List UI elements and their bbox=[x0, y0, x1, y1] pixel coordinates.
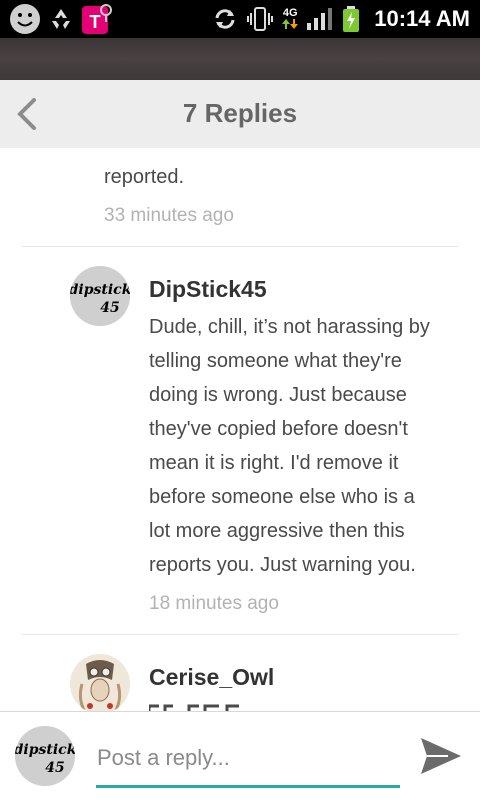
smiley-icon bbox=[10, 4, 40, 34]
send-icon bbox=[421, 738, 461, 774]
avatar: dipstick 45 bbox=[15, 726, 75, 786]
reply-input[interactable] bbox=[95, 740, 401, 776]
recycle-icon bbox=[52, 9, 70, 29]
reply-text-line: before someone else who is a bbox=[149, 486, 415, 508]
reply-input-underline bbox=[96, 785, 400, 788]
avatar[interactable]: dipstick 45 bbox=[70, 266, 130, 326]
svg-text:dipstick: dipstick bbox=[70, 282, 130, 298]
divider bbox=[22, 634, 458, 635]
network-type-label: 4G bbox=[282, 7, 298, 19]
owl-avatar-image bbox=[70, 654, 130, 711]
reply-text-line: mean it is right. I'd remove it bbox=[149, 452, 399, 474]
reply-text-line: telling someone what they're bbox=[149, 350, 402, 372]
svg-text:T: T bbox=[90, 12, 101, 32]
replies-list[interactable]: reported. 33 minutes ago dipstick 45 Dip… bbox=[0, 148, 480, 711]
reply-username[interactable]: Cerise_Owl bbox=[149, 664, 274, 691]
reply-timestamp: 33 minutes ago bbox=[104, 205, 234, 226]
reply-text-line: lot more aggressive then this bbox=[149, 520, 405, 542]
cut-off-text-line bbox=[149, 704, 239, 711]
sync-icon bbox=[215, 9, 235, 29]
dipstick-avatar-image: dipstick 45 bbox=[70, 266, 130, 326]
reply-text-line: they've copied before doesn't bbox=[149, 418, 408, 440]
reply-username[interactable]: DipStick45 bbox=[149, 276, 267, 303]
reply-composer: dipstick 45 bbox=[0, 711, 480, 801]
svg-text:45: 45 bbox=[45, 760, 64, 776]
background-image-strip bbox=[0, 38, 480, 80]
replies-header: 7 Replies bbox=[0, 80, 480, 149]
battery-charging-icon bbox=[343, 6, 360, 32]
data-arrows-icon bbox=[282, 19, 299, 29]
tmobile-icon: T bbox=[82, 4, 112, 34]
send-button[interactable] bbox=[418, 734, 464, 778]
reply-text: Dude, chill, it’s not harassing by telli… bbox=[149, 310, 459, 582]
vibrate-icon bbox=[247, 7, 274, 31]
dipstick-avatar-image: dipstick 45 bbox=[15, 726, 75, 786]
reply-text-line: reported. bbox=[104, 166, 185, 188]
divider bbox=[22, 246, 458, 247]
page-title: 7 Replies bbox=[182, 98, 298, 128]
svg-text:45: 45 bbox=[100, 300, 119, 316]
reply-timestamp: 18 minutes ago bbox=[149, 593, 279, 614]
reply-text-line: reports you. Just warning you. bbox=[149, 554, 416, 576]
avatar[interactable] bbox=[70, 654, 130, 711]
system-icons: 4G 10:14 AM bbox=[212, 0, 470, 38]
reply-text-line: Dude, chill, it’s not harassing by bbox=[149, 316, 430, 338]
reply-text-line: doing is wrong. Just because bbox=[149, 384, 407, 406]
signal-icon bbox=[307, 8, 333, 30]
cut-off-text-line bbox=[104, 148, 374, 154]
status-bar: T 4G 10:14 AM bbox=[0, 0, 480, 38]
clock: 10:14 AM bbox=[374, 6, 470, 31]
network-type: 4G bbox=[282, 7, 299, 30]
svg-text:dipstick: dipstick bbox=[15, 742, 75, 758]
notification-icons: T bbox=[8, 2, 114, 36]
